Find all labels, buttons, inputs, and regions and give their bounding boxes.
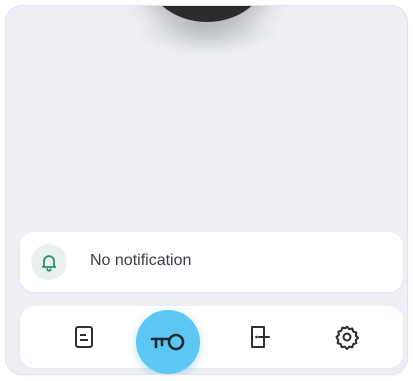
bell-icon-badge [31,244,67,280]
bell-icon [41,255,57,272]
document-icon [75,326,93,348]
key-icon [150,333,185,351]
notification-text: No notification [90,252,192,269]
app-frame: No notification [6,6,407,374]
nav-settings-button[interactable] [325,315,369,359]
nav-key-button[interactable] [136,310,200,374]
gear-icon [335,325,360,350]
nav-door-button[interactable] [238,315,282,359]
nav-document-button[interactable] [62,315,106,359]
bottom-nav [20,306,403,368]
door-icon [251,326,270,348]
notification-card[interactable]: No notification [20,232,403,292]
